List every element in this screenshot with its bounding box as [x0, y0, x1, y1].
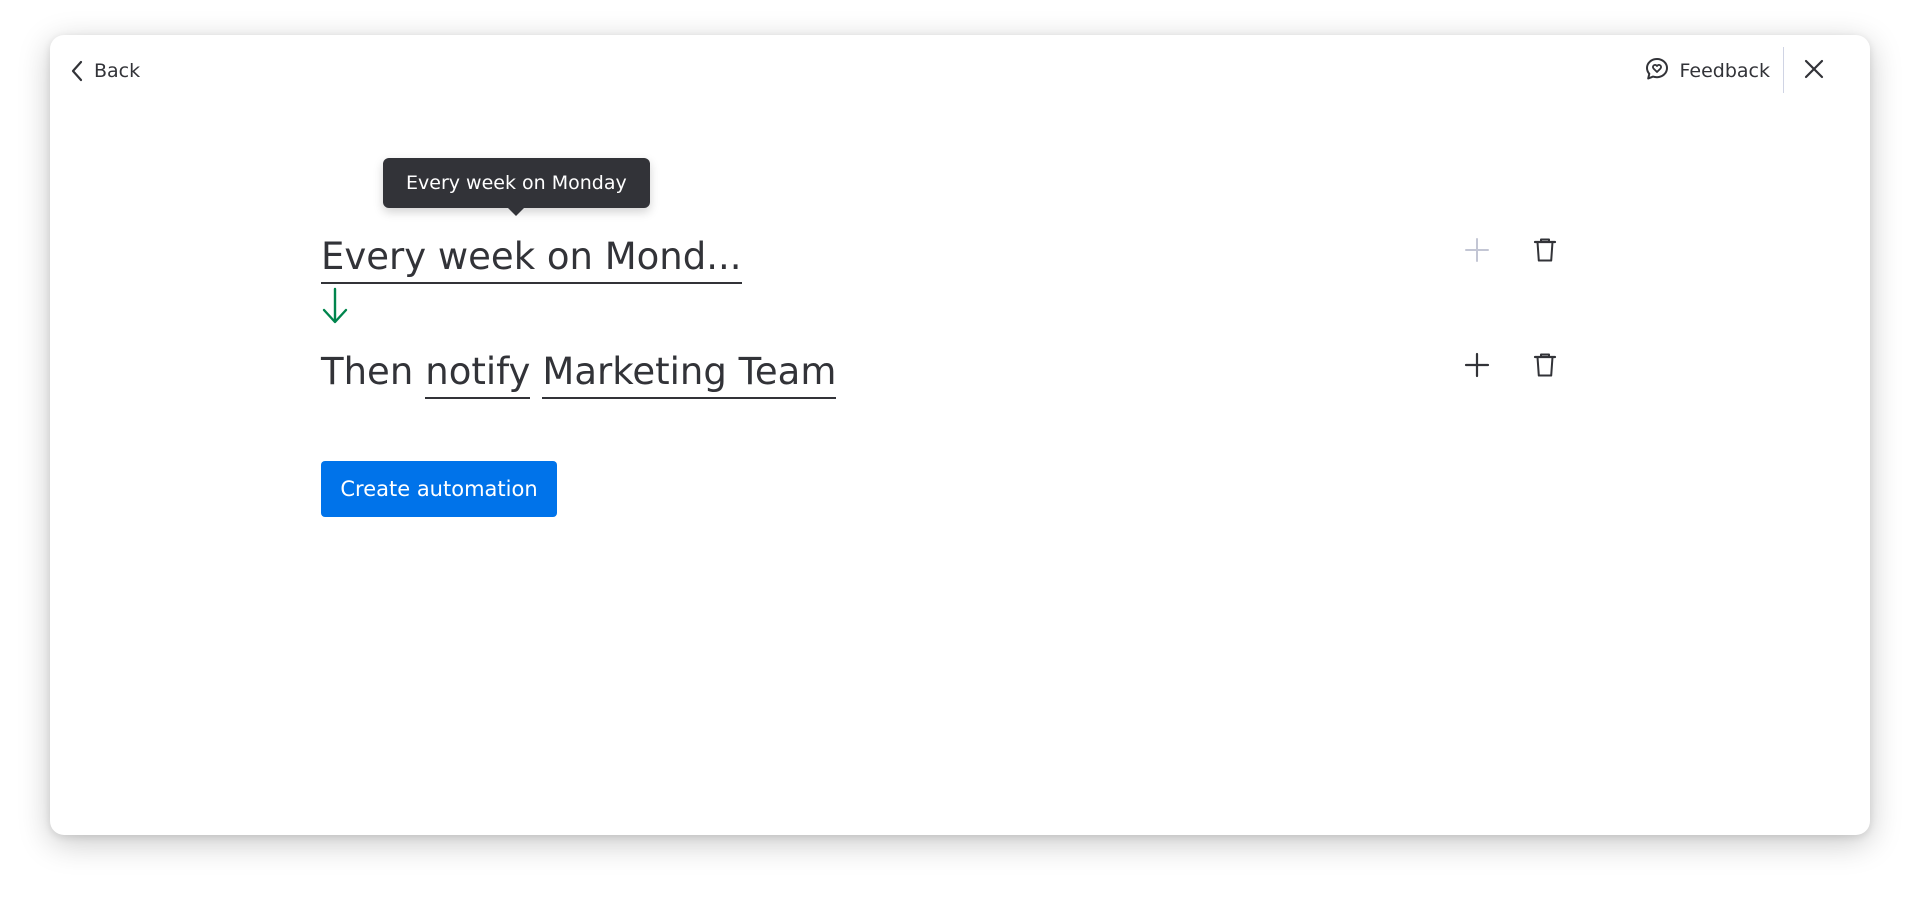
trigger-sentence: Every week on Mond... [321, 228, 742, 284]
feedback-button[interactable]: Feedback [1644, 55, 1770, 87]
trigger-row-actions [1460, 235, 1562, 269]
trigger-tooltip: Every week on Monday [383, 158, 650, 216]
automation-builder-modal: Back Feedback Every week on Monday Every… [50, 35, 1870, 835]
plus-icon [1464, 237, 1490, 267]
add-trigger-condition-button[interactable] [1460, 235, 1494, 269]
close-button[interactable] [1798, 55, 1830, 87]
action-verb-token[interactable]: notify [425, 348, 531, 399]
back-label: Back [94, 60, 141, 82]
chat-heart-icon [1644, 56, 1670, 87]
trigger-token[interactable]: Every week on Mond... [321, 233, 742, 284]
action-row-actions [1460, 350, 1562, 384]
action-target-token[interactable]: Marketing Team [542, 348, 837, 399]
delete-action-button[interactable] [1528, 350, 1562, 384]
header-divider [1783, 47, 1784, 93]
trash-icon [1533, 352, 1557, 382]
tooltip-arrow [508, 208, 525, 216]
back-button[interactable]: Back [70, 55, 140, 87]
feedback-label: Feedback [1679, 60, 1770, 82]
plus-icon [1464, 352, 1490, 382]
trash-icon [1533, 237, 1557, 267]
action-prefix: Then [321, 350, 414, 393]
close-icon [1803, 58, 1825, 84]
tooltip-text: Every week on Monday [406, 172, 627, 194]
arrow-down-icon [321, 286, 349, 326]
add-action-button[interactable] [1460, 350, 1494, 384]
action-sentence: Then notify Marketing Team [321, 343, 837, 399]
create-automation-button[interactable]: Create automation [321, 461, 557, 517]
delete-trigger-button[interactable] [1528, 235, 1562, 269]
chevron-left-icon [70, 59, 84, 83]
